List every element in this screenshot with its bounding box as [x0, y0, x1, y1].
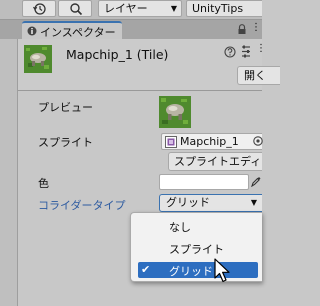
menu-item-none[interactable]: なし [131, 218, 263, 234]
open-button[interactable]: 開く [237, 66, 280, 85]
color-swatch-field[interactable] [159, 174, 249, 190]
tab-inspector[interactable]: インスペクター [22, 21, 122, 39]
sprite-value: Mapchip_1 [180, 135, 239, 148]
history-icon [33, 3, 46, 15]
layers-dropdown-label: レイヤー [104, 2, 148, 15]
mouse-cursor-icon [214, 258, 230, 283]
chevron-down-icon: ▼ [250, 198, 257, 207]
search-button[interactable] [58, 0, 92, 17]
help-icon[interactable] [224, 46, 236, 58]
checkmark-icon: ✔ [141, 263, 151, 276]
overflow-menu-icon[interactable]: ⋮ [256, 44, 266, 54]
left-gutter [0, 39, 17, 306]
top-toolbar: レイヤー ▼ UnityTips [0, 0, 262, 20]
sprite-object-field[interactable]: Mapchip_1 [161, 133, 263, 150]
preview-label: プレビュー [38, 101, 93, 114]
sprite-label: スプライト [38, 136, 93, 149]
menu-item-grid[interactable]: ✔ グリッド [138, 262, 258, 278]
layout-dropdown-label: UnityTips [192, 2, 244, 15]
collider-type-value: グリッド [166, 196, 210, 209]
menu-item-sprite[interactable]: スプライト [131, 240, 263, 256]
info-icon [27, 26, 37, 36]
settings-sliders-icon[interactable] [240, 45, 252, 58]
history-button[interactable] [22, 0, 56, 17]
chevron-down-icon: ▼ [170, 4, 177, 13]
menu-item-label: グリッド [169, 265, 213, 278]
menu-item-label: なし [169, 221, 191, 234]
layers-dropdown[interactable]: レイヤー ▼ [98, 0, 182, 17]
collider-type-menu: なし スプライト ✔ グリッド [130, 212, 262, 282]
sprite-preview-image [159, 96, 191, 128]
inspector-header: Mapchip_1 (Tile) ⋮ 開く [18, 39, 280, 91]
lock-icon[interactable] [237, 24, 247, 35]
eyedropper-icon[interactable] [251, 176, 261, 187]
tab-bar: インスペクター ⋮ [0, 20, 262, 39]
menu-item-label: スプライト [169, 243, 224, 256]
more-menu-icon[interactable]: ⋮ [251, 23, 261, 33]
sprite-editor-button[interactable]: スプライトエディター [168, 152, 262, 171]
tile-thumbnail [24, 45, 52, 73]
collider-type-dropdown[interactable]: グリッド ▼ [159, 194, 262, 212]
sprite-icon [165, 136, 177, 148]
collider-type-label: コライダータイプ [38, 199, 126, 212]
tab-label: インスペクター [40, 26, 116, 39]
asset-title: Mapchip_1 (Tile) [66, 47, 169, 62]
object-picker-icon[interactable] [253, 136, 263, 146]
search-icon [70, 3, 83, 16]
layout-dropdown[interactable]: UnityTips [186, 0, 262, 17]
color-label: 色 [38, 177, 49, 190]
